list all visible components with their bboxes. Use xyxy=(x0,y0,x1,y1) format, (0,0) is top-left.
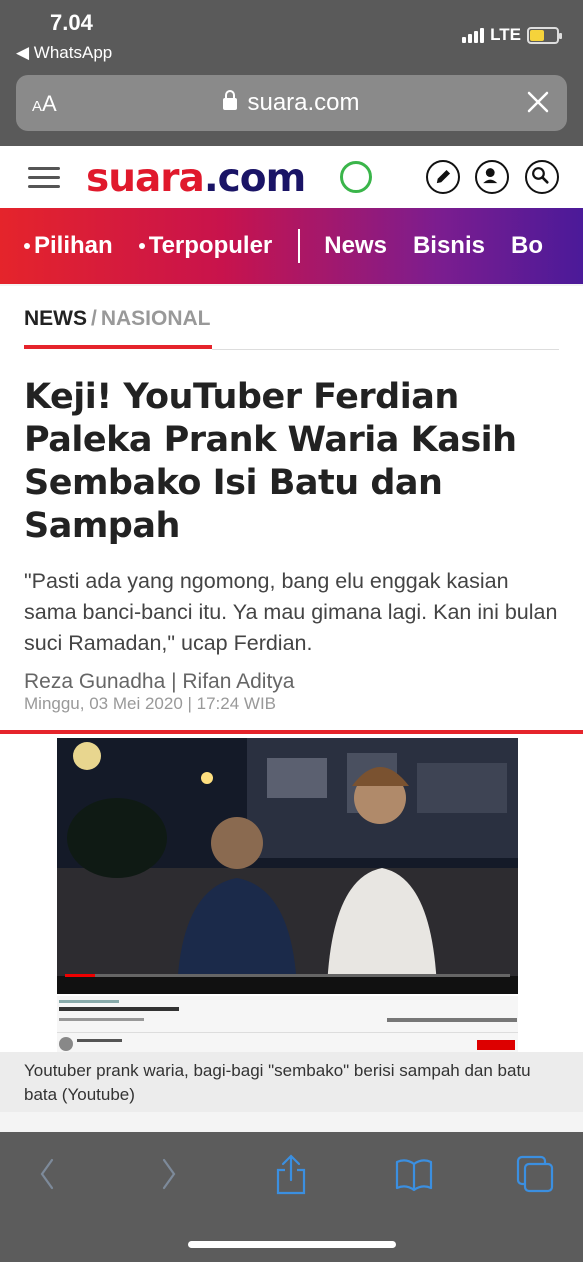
browser-chrome: 7.04 ◀ WhatsApp LTE AA suara.com xyxy=(0,0,583,146)
logo-text-main: suara xyxy=(86,156,205,201)
verified-badge-icon xyxy=(340,161,372,193)
nav-item-label: Pilihan xyxy=(34,232,113,259)
site-logo[interactable]: suara.com xyxy=(86,156,306,201)
breadcrumb-section[interactable]: NEWS xyxy=(24,307,87,330)
bullet-icon xyxy=(138,243,145,249)
nav-item-pilihan[interactable]: Pilihan xyxy=(24,232,113,260)
battery-icon xyxy=(527,26,562,44)
close-icon[interactable] xyxy=(523,87,553,117)
article-photo[interactable] xyxy=(57,738,518,994)
nav-item-label: News xyxy=(324,232,387,259)
nav-item-label: Bo xyxy=(510,232,543,259)
caption-text: Youtuber prank waria, bagi-bagi "sembako… xyxy=(24,1061,531,1104)
nav-item-bola[interactable]: Bo xyxy=(511,232,543,260)
url-text: suara.com xyxy=(247,89,360,116)
breadcrumb-rule xyxy=(212,349,559,350)
nav-item-label: Terpopuler xyxy=(148,232,273,259)
spacer xyxy=(0,1112,583,1132)
user-icon[interactable] xyxy=(475,160,509,194)
network-label: LTE xyxy=(490,25,521,44)
signal-icon xyxy=(462,27,485,43)
site-header: suara.com xyxy=(0,146,583,208)
back-to-app-link[interactable]: ◀ WhatsApp xyxy=(16,43,112,63)
breadcrumb-underline xyxy=(24,345,212,349)
logo-text-domain: .com xyxy=(203,156,306,201)
category-nav: Pilihan Terpopuler News Bisnis Bo xyxy=(0,208,583,284)
video-screenshot-meta xyxy=(57,996,518,1052)
breadcrumb: NEWS / NASIONAL xyxy=(24,307,211,331)
nav-divider xyxy=(298,229,301,263)
chevron-right-icon[interactable] xyxy=(158,1154,180,1194)
home-indicator[interactable] xyxy=(188,1241,396,1248)
nav-item-bisnis[interactable]: Bisnis xyxy=(413,232,485,260)
url-display[interactable]: suara.com xyxy=(16,89,567,117)
article-lede: "Pasti ada yang ngomong, bang elu enggak… xyxy=(24,569,558,655)
edit-icon[interactable] xyxy=(426,160,460,194)
battery-fill xyxy=(530,29,545,41)
address-bar[interactable]: AA suara.com xyxy=(16,75,567,131)
nav-item-terpopuler[interactable]: Terpopuler xyxy=(138,232,273,260)
article-dateline: Minggu, 03 Mei 2020 | 17:24 WIB xyxy=(24,694,277,713)
status-time: 7.04 xyxy=(50,10,93,35)
bullet-icon xyxy=(24,243,30,249)
share-icon[interactable] xyxy=(274,1154,308,1196)
article-headline: Keji! YouTuber Ferdian Paleka Prank Wari… xyxy=(24,377,517,546)
breadcrumb-category[interactable]: NASIONAL xyxy=(101,307,211,330)
photo-caption: Youtuber prank waria, bagi-bagi "sembako… xyxy=(0,1052,583,1112)
menu-icon[interactable] xyxy=(28,167,60,194)
nav-item-news[interactable]: News xyxy=(324,232,387,260)
lock-icon xyxy=(223,90,238,110)
article-header: NEWS / NASIONAL Keji! YouTuber Ferdian Pal… xyxy=(0,286,583,736)
tabs-icon[interactable] xyxy=(515,1154,555,1194)
chevron-left-icon[interactable] xyxy=(36,1154,58,1194)
book-icon[interactable] xyxy=(394,1154,434,1194)
search-icon[interactable] xyxy=(525,160,559,194)
status-indicators: LTE xyxy=(462,25,562,45)
nav-item-label: Bisnis xyxy=(412,232,485,259)
article-authors[interactable]: Reza Gunadha | Rifan Aditya xyxy=(24,670,294,694)
breadcrumb-separator: / xyxy=(91,307,97,330)
article-media xyxy=(0,734,583,1052)
